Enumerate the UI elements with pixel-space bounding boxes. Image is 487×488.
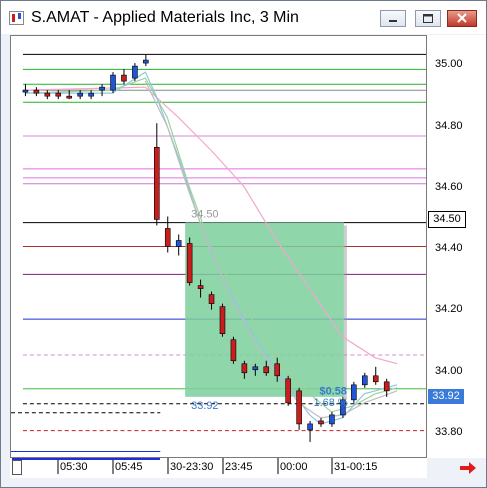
scroll-right-arrow-icon[interactable] — [459, 460, 477, 476]
minimize-button[interactable] — [380, 10, 406, 27]
maximize-icon — [423, 14, 433, 23]
y-tick-label: 34.60 — [435, 181, 463, 193]
candle-body — [55, 92, 62, 97]
time-axis: 05:30 05:45 30-23:30 23:45 00:00 31-00:1… — [10, 458, 427, 478]
price-tag-level: 34.50 — [428, 211, 466, 228]
price-axis: 35.00 34.80 34.60 34.40 34.20 34.00 33.8… — [427, 35, 486, 458]
maximize-button[interactable] — [415, 10, 441, 27]
minimize-icon — [389, 20, 397, 22]
candle-body — [318, 420, 324, 425]
scroll-start-box[interactable] — [12, 460, 22, 475]
candle-body — [208, 294, 215, 304]
x-tick-label: 05:30 — [60, 461, 88, 473]
candle-body — [143, 59, 149, 64]
title-bar[interactable]: S.AMAT - Applied Materials Inc, 3 Min — [1, 1, 486, 34]
measure-box-shadow — [343, 225, 347, 400]
candle-body — [110, 74, 116, 91]
candle-body — [44, 92, 51, 97]
candle-body — [263, 366, 270, 374]
candle-body — [121, 74, 127, 82]
measure-top-label: 34.50 — [191, 208, 218, 220]
candle-body — [362, 375, 368, 386]
candle-body — [230, 339, 237, 362]
candle-body — [186, 243, 193, 283]
chart-app-icon — [9, 11, 24, 25]
close-button[interactable] — [447, 10, 477, 27]
measure-bottom-label: 33.92 — [191, 400, 218, 412]
x-tick-label: 05:45 — [115, 461, 143, 473]
y-tick-label: 35.00 — [435, 58, 463, 70]
x-tick-label: 00:00 — [280, 461, 308, 473]
candle-body — [285, 378, 291, 404]
x-tick-label: 23:45 — [225, 461, 253, 473]
candle-body — [66, 95, 73, 99]
window-title: S.AMAT - Applied Materials Inc, 3 Min — [31, 9, 299, 26]
candle-body — [77, 92, 83, 97]
candle-body — [197, 285, 204, 289]
candle-body — [372, 375, 379, 383]
candle-body — [383, 381, 390, 392]
candle-body — [296, 390, 302, 425]
candle-body — [154, 146, 160, 220]
candle-body — [175, 240, 182, 247]
price-tag-last: 33.92 — [428, 389, 464, 404]
measure-change-percent: 1.68 % — [314, 397, 348, 409]
candle-body — [351, 384, 357, 401]
candle-body — [88, 92, 94, 97]
candle-body — [99, 86, 105, 91]
measure-change-value: $0.58 — [320, 385, 347, 397]
chart-window: S.AMAT - Applied Materials Inc, 3 Min 34… — [0, 0, 487, 488]
price-plot[interactable]: 34.50 33.92 $0.581.68 % — [10, 35, 427, 458]
y-tick-label: 34.40 — [435, 242, 463, 254]
x-tick-label: 31-00:15 — [334, 461, 378, 473]
candle-body — [307, 423, 313, 431]
close-icon — [457, 13, 467, 23]
candle-body — [33, 89, 40, 94]
candle-body — [274, 363, 281, 377]
x-tick-label: 30-23:30 — [170, 461, 214, 473]
candle-body — [22, 89, 29, 93]
candle-body — [219, 306, 226, 334]
y-tick-label: 34.00 — [435, 365, 463, 377]
candle-body — [252, 366, 259, 371]
y-tick-label: 33.80 — [435, 426, 463, 438]
candle-body — [164, 228, 171, 247]
candle-body — [329, 414, 335, 425]
y-tick-label: 34.20 — [435, 303, 463, 315]
candle-body — [241, 363, 248, 374]
candle-body — [132, 65, 138, 79]
y-tick-label: 34.80 — [435, 120, 463, 132]
